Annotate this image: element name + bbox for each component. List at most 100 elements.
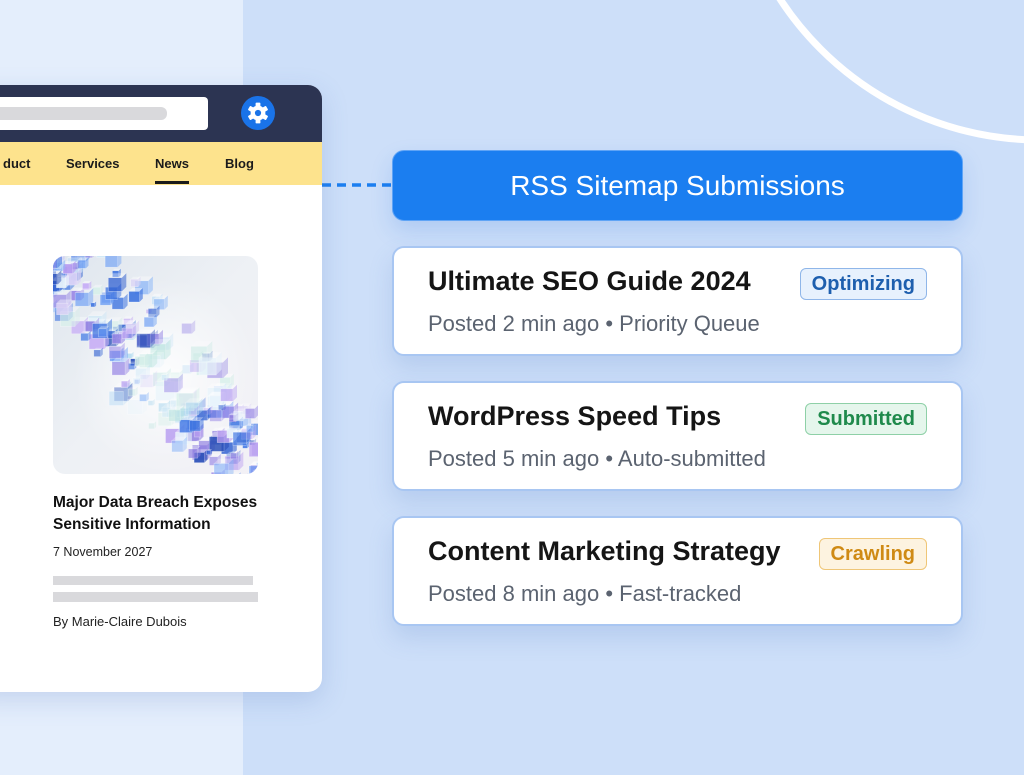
image-cube — [148, 421, 157, 430]
cube-face — [93, 349, 101, 357]
image-cube — [139, 392, 149, 402]
image-cube — [107, 273, 127, 292]
cube-face — [111, 361, 126, 376]
cube-face — [96, 256, 106, 258]
cube-face — [136, 333, 151, 348]
image-cube — [93, 347, 103, 357]
cube-face — [185, 402, 199, 416]
status-badge: Optimizing — [799, 268, 927, 300]
image-cube — [209, 406, 226, 422]
cube-face — [168, 409, 181, 422]
nav-item-blog[interactable]: Blog — [225, 142, 254, 185]
image-cube — [121, 324, 136, 339]
cube-face — [127, 399, 143, 415]
search-input[interactable] — [0, 97, 208, 130]
image-cube — [104, 256, 122, 268]
cube-face — [248, 441, 258, 457]
cube-face — [121, 380, 129, 388]
text-placeholder-line — [53, 576, 253, 585]
image-cube — [147, 399, 155, 406]
image-cube — [230, 451, 239, 460]
article-headline[interactable]: Major Data Breach Exposes Sensitive Info… — [53, 492, 268, 536]
cube-face — [104, 256, 118, 268]
search-placeholder-line — [0, 107, 167, 120]
cube-face — [143, 316, 155, 328]
cube-face — [56, 302, 69, 316]
cube-face — [148, 422, 155, 430]
image-cube — [213, 458, 234, 474]
status-badge: Submitted — [805, 403, 927, 435]
image-cube — [128, 288, 143, 303]
cube-face — [252, 470, 258, 474]
image-cube — [121, 379, 130, 388]
text-placeholder-line — [53, 592, 258, 602]
image-cube — [132, 375, 143, 386]
image-cube — [98, 326, 110, 338]
image-cube — [111, 357, 130, 376]
cube-face — [188, 448, 198, 459]
image-cube — [108, 342, 125, 359]
cube-face — [121, 327, 133, 339]
cube-face — [147, 400, 154, 406]
nav-item-news[interactable]: News — [155, 142, 189, 185]
cube-face — [213, 463, 230, 474]
image-cube — [171, 436, 187, 453]
submission-title: WordPress Speed Tips — [428, 401, 722, 431]
cube-face — [194, 430, 201, 438]
submission-title: Ultimate SEO Guide 2024 — [428, 266, 751, 296]
article-image[interactable] — [53, 256, 258, 474]
cube-face — [189, 420, 201, 432]
cube-face — [232, 431, 247, 446]
image-cube — [206, 449, 213, 455]
image-cube — [92, 284, 103, 296]
cube-face — [220, 388, 234, 402]
submission-card[interactable]: Content Marketing Strategy Posted 8 min … — [392, 516, 963, 626]
image-cube — [136, 329, 155, 348]
cube-face — [248, 465, 258, 474]
cube-face — [132, 377, 141, 386]
submission-meta: Posted 8 min ago • Fast-tracked — [428, 581, 742, 606]
cube-face — [108, 346, 122, 359]
cube-side — [251, 472, 254, 474]
cube-face — [230, 452, 237, 460]
image-cube — [80, 330, 91, 342]
cube-face — [134, 356, 145, 367]
cube-face — [171, 440, 184, 453]
cube-top — [254, 470, 258, 474]
image-cube — [130, 276, 141, 288]
submission-card[interactable]: WordPress Speed Tips Posted 5 min ago • … — [392, 381, 963, 491]
submission-meta: Posted 2 min ago • Priority Queue — [428, 311, 760, 336]
article-author: By Marie-Claire Dubois — [53, 614, 187, 629]
article-date: 7 November 2027 — [53, 545, 153, 559]
submission-title: Content Marketing Strategy — [428, 536, 781, 566]
submission-card[interactable]: Ultimate SEO Guide 2024 Posted 2 min ago… — [392, 246, 963, 356]
site-header-bar — [0, 85, 322, 142]
gear-hole — [254, 109, 262, 117]
image-cube — [220, 384, 237, 402]
cube-face — [233, 411, 244, 422]
cube-face — [80, 333, 89, 342]
cube-face — [139, 394, 147, 402]
cube-face — [107, 277, 123, 292]
nav-item-services[interactable]: Services — [66, 142, 120, 185]
image-cube — [198, 352, 222, 376]
image-cube — [181, 320, 196, 335]
cube-face — [246, 425, 254, 433]
gear-icon[interactable] — [241, 96, 275, 130]
cube-face — [74, 292, 90, 307]
website-preview: duct Services News Blog Major Data Breac… — [0, 85, 322, 692]
site-nav: duct Services News Blog — [0, 142, 322, 185]
image-cube — [128, 386, 138, 397]
article-image-art — [53, 256, 258, 474]
cube-face — [130, 278, 139, 288]
image-cube — [254, 470, 258, 474]
image-cube — [168, 405, 185, 422]
image-cube — [108, 386, 128, 406]
cube-face — [108, 391, 124, 406]
panel-header: RSS Sitemap Submissions — [392, 150, 963, 221]
image-cube — [188, 446, 201, 459]
image-cube — [244, 405, 258, 419]
cube-face — [244, 408, 256, 419]
image-cube — [246, 423, 255, 433]
nav-item-product[interactable]: duct — [3, 142, 30, 185]
